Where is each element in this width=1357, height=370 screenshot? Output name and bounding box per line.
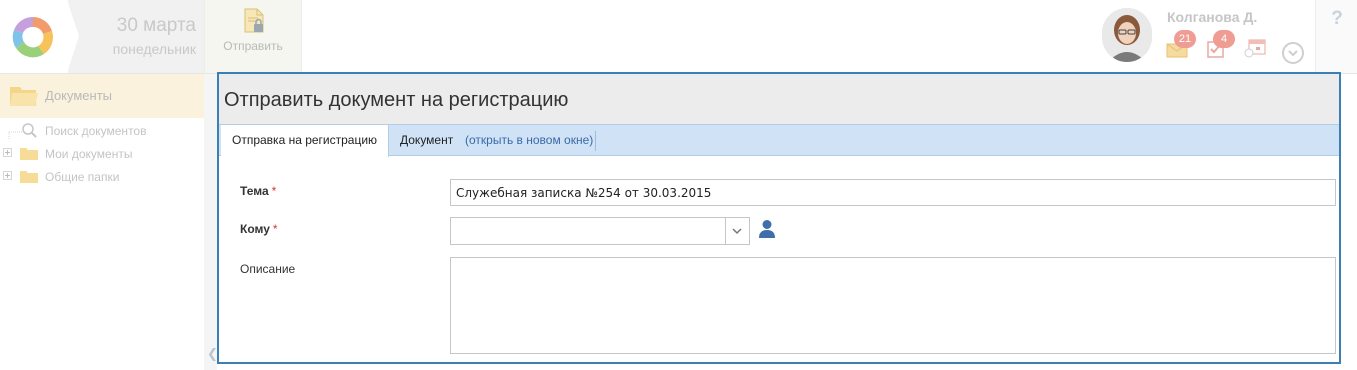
sidebar-item-search-documents[interactable]: Поиск документов — [0, 121, 204, 141]
required-marker: * — [272, 222, 278, 236]
mail-count-badge: 21 — [1174, 30, 1196, 48]
required-marker: * — [271, 184, 277, 198]
document-lock-icon — [244, 8, 264, 33]
sidebar-item-my-documents[interactable]: Мои документы — [0, 144, 204, 164]
avatar[interactable] — [1102, 8, 1152, 62]
date-main: 30 марта — [116, 15, 196, 36]
expand-plus-icon[interactable] — [3, 171, 13, 181]
folder-icon — [20, 148, 38, 160]
send-button-label: Отправить — [223, 39, 283, 53]
user-name[interactable]: Колганова Д. — [1167, 9, 1257, 25]
description-textarea[interactable] — [450, 257, 1336, 354]
sidebar-title: Документы — [45, 88, 113, 103]
mail-notifications[interactable]: 21 — [1166, 30, 1196, 58]
tab-bar: Отправка на регистрацию Документ (открыт… — [219, 124, 1339, 157]
subject-label: Тема * — [240, 184, 277, 198]
recipient-dropdown-button[interactable] — [725, 218, 749, 244]
dialog-header: Отправить документ на регистрацию — [219, 74, 1339, 124]
send-to-registration-dialog: Отправить документ на регистрацию Отправ… — [217, 72, 1341, 364]
sidebar: Документы Поиск документов Мои документы — [0, 74, 204, 370]
sidebar-collapse-handle[interactable]: ❮ — [204, 74, 218, 370]
tab-send-registration[interactable]: Отправка на регистрацию — [221, 125, 389, 157]
sidebar-item-shared-folders[interactable]: Общие папки — [0, 167, 204, 187]
date-weekday: понедельник — [112, 41, 196, 57]
select-user-icon[interactable] — [758, 219, 776, 239]
tab-label: Отправка на регистрацию — [232, 133, 378, 147]
send-button[interactable]: Отправить — [204, 0, 302, 73]
recipient-label: Кому * — [240, 222, 278, 236]
sidebar-section-documents[interactable]: Документы — [0, 74, 204, 118]
top-bar: 30 марта понедельник Отправить Колганова… — [0, 0, 1357, 74]
task-count-badge: 4 — [1213, 30, 1235, 48]
open-in-new-window-link[interactable]: (открыть в новом окне) — [465, 133, 593, 147]
subject-value: Служебная записка №254 от 30.03.2015 — [456, 186, 712, 200]
help-button[interactable]: ? — [1315, 0, 1357, 73]
task-notifications[interactable]: 4 — [1205, 30, 1235, 58]
app-logo-icon[interactable] — [10, 14, 56, 60]
expand-plus-icon[interactable] — [3, 148, 13, 158]
folder-open-icon — [10, 87, 38, 106]
help-icon: ? — [1331, 8, 1343, 29]
recipient-combobox[interactable] — [450, 217, 750, 245]
search-icon — [22, 123, 37, 138]
sidebar-item-label: Мои документы — [45, 147, 133, 161]
dialog-title: Отправить документ на регистрацию — [224, 89, 569, 111]
subject-input[interactable]: Служебная записка №254 от 30.03.2015 — [450, 179, 1336, 206]
description-label: Описание — [240, 262, 296, 276]
tab-divider — [595, 131, 596, 151]
calendar-icon — [1244, 39, 1266, 58]
date-widget: 30 марта понедельник — [67, 0, 204, 73]
chevron-down-icon — [732, 228, 742, 235]
tab-document[interactable]: Документ — [400, 133, 453, 147]
sidebar-item-label: Поиск документов — [45, 124, 147, 138]
user-menu-chevron-down-icon[interactable] — [1282, 42, 1304, 64]
sidebar-item-label: Общие папки — [45, 170, 120, 184]
folder-icon — [20, 171, 38, 183]
calendar-notifications[interactable] — [1243, 36, 1266, 58]
